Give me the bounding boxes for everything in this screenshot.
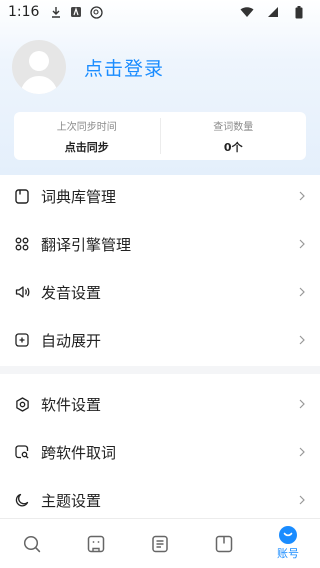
search-icon <box>22 534 42 554</box>
grid-icon <box>14 236 30 252</box>
chevron-right-icon <box>298 447 306 457</box>
menu-item-software-settings[interactable]: 软件设置 <box>0 380 320 428</box>
last-sync-section[interactable]: 上次同步时间 点击同步 <box>14 112 160 160</box>
menu-item-cross-app-lookup[interactable]: 跨软件取词 <box>0 428 320 476</box>
menu-item-translation-engine[interactable]: 翻译引擎管理 <box>0 220 320 268</box>
speaker-icon <box>14 284 30 300</box>
avatar[interactable] <box>12 40 66 94</box>
nav-tab-search[interactable] <box>0 519 64 568</box>
menu-group-separator <box>0 366 320 374</box>
last-sync-label: 上次同步时间 <box>56 121 117 133</box>
menu-group-dictionary: 词典库管理 翻译引擎管理 发音设置 自动展开 <box>0 172 320 364</box>
account-icon <box>279 526 297 544</box>
dictionary-notification-icon <box>89 5 103 19</box>
menu-item-dictionary-library[interactable]: 词典库管理 <box>0 172 320 220</box>
lookup-count-value: 0个 <box>223 140 243 154</box>
nav-tab-wordbook[interactable] <box>192 519 256 568</box>
nav-tab-notes[interactable] <box>128 519 192 568</box>
download-icon <box>49 5 63 19</box>
menu-group-settings: 软件设置 跨软件取词 主题设置 <box>0 380 320 524</box>
chevron-right-icon <box>298 335 306 345</box>
notes-icon <box>150 534 170 554</box>
nav-tab-account[interactable]: 账号 <box>256 519 320 568</box>
dictionary-icon <box>14 188 30 204</box>
chevron-right-icon <box>298 495 306 505</box>
search-word-icon <box>14 444 30 460</box>
sync-card: 上次同步时间 点击同步 查词数量 0个 <box>14 112 306 160</box>
book-icon <box>214 534 234 554</box>
status-time: 1:16 <box>8 4 40 20</box>
lookup-count-label: 查词数量 <box>213 121 254 133</box>
wifi-icon <box>240 5 254 19</box>
menu-item-label: 主题设置 <box>41 491 102 510</box>
menu-item-pronunciation[interactable]: 发音设置 <box>0 268 320 316</box>
menu-item-label: 词典库管理 <box>41 187 117 206</box>
translate-icon <box>86 534 106 554</box>
chevron-right-icon <box>298 191 306 201</box>
sync-now-button[interactable]: 点击同步 <box>65 139 109 155</box>
nav-tab-translate[interactable] <box>64 519 128 568</box>
settings-icon <box>14 396 30 412</box>
lookup-count-section[interactable]: 查词数量 0个 <box>161 112 307 160</box>
nav-tab-account-label: 账号 <box>277 547 299 560</box>
app-notification-icon <box>69 5 83 19</box>
login-link[interactable]: 点击登录 <box>84 54 164 81</box>
chevron-right-icon <box>298 287 306 297</box>
chevron-right-icon <box>298 239 306 249</box>
menu-item-auto-expand[interactable]: 自动展开 <box>0 316 320 364</box>
signal-icon <box>266 5 280 19</box>
menu-item-label: 翻译引擎管理 <box>41 235 132 254</box>
chevron-right-icon <box>298 399 306 409</box>
battery-icon <box>292 5 306 19</box>
menu-item-label: 软件设置 <box>41 395 102 414</box>
menu-item-theme-settings[interactable]: 主题设置 <box>0 476 320 524</box>
menu-item-label: 发音设置 <box>41 283 102 302</box>
moon-icon <box>14 492 30 508</box>
menu-item-label: 自动展开 <box>41 331 102 350</box>
status-bar: 1:16 <box>0 0 320 24</box>
bottom-nav: 账号 <box>0 518 320 568</box>
expand-icon <box>14 332 30 348</box>
menu-item-label: 跨软件取词 <box>41 443 117 462</box>
